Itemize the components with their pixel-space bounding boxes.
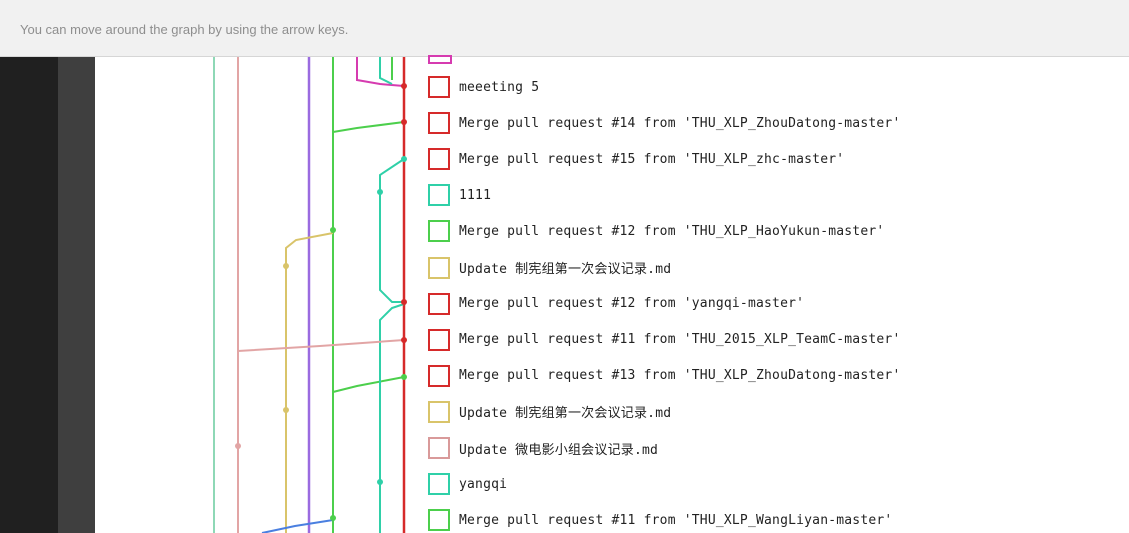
branch-teal: [379, 158, 405, 192]
commit-row[interactable]: Merge pull request #12 from 'yangqi-mast…: [428, 291, 804, 317]
commit-row[interactable]: meeeting 5: [428, 74, 539, 100]
commit-message: Merge pull request #14 from 'THU_XLP_Zho…: [459, 115, 901, 131]
commit-row[interactable]: Merge pull request #11 from 'THU_XLP_Wan…: [428, 507, 892, 533]
commit-square-icon: [428, 364, 450, 387]
commit-square-icon: [428, 112, 450, 135]
dot-red: [401, 299, 407, 305]
commit-message: 1111: [459, 187, 492, 203]
commit-row[interactable]: Update 制宪组第一次会议记录.md: [428, 399, 671, 425]
commit-message: meeeting 5: [459, 79, 540, 95]
dot-teal: [377, 189, 383, 195]
commit-message: Merge pull request #15 from 'THU_XLP_zhc…: [459, 151, 845, 167]
dot-green: [401, 374, 407, 380]
dot-red: [401, 119, 407, 125]
commit-row[interactable]: yangqi: [428, 471, 507, 497]
dot-green: [330, 515, 336, 521]
dot-red: [401, 83, 407, 89]
commit-row[interactable]: 1111: [428, 182, 491, 208]
commit-message: yangqi: [459, 476, 508, 492]
commit-square-icon: [428, 328, 450, 351]
branch-teal-2: [379, 192, 404, 303]
commit-square-icon: [428, 148, 450, 171]
commit-message: Merge pull request #13 from 'THU_XLP_Zho…: [459, 368, 901, 384]
branch-blue: [261, 519, 334, 533]
dot-teal: [377, 479, 383, 485]
commit-message: Update 制宪组第一次会议记录.md: [459, 406, 672, 422]
dot-red: [401, 337, 407, 343]
commit-square-icon: [428, 473, 450, 496]
commit-row[interactable]: Merge pull request #12 from 'THU_XLP_Hao…: [428, 218, 884, 244]
commit-message: Merge pull request #11 from 'THU_XLP_Wan…: [459, 512, 893, 528]
commit-square-icon: [428, 509, 450, 532]
green-merge-13: [332, 376, 405, 393]
commit-square-icon: [428, 437, 450, 459]
commit-square-icon: [428, 256, 450, 279]
dot-yellow: [283, 263, 289, 269]
commit-row[interactable]: Merge pull request #11 from 'THU_2015_XL…: [428, 327, 900, 353]
commit-row[interactable]: Update 制宪组第一次会议记录.md: [428, 255, 671, 281]
partial-commit-box: [428, 55, 452, 64]
commit-square-icon: [428, 76, 450, 98]
commit-row[interactable]: Update 微电影小组会议记录.md: [428, 435, 658, 461]
dot-green: [330, 227, 336, 233]
branch-teal-top: [379, 57, 393, 85]
commit-row[interactable]: Merge pull request #14 from 'THU_XLP_Zho…: [428, 110, 900, 136]
dot-teal: [401, 156, 407, 162]
commit-square-icon: [428, 292, 450, 315]
commit-message: Update 制宪组第一次会议记录.md: [459, 262, 672, 277]
dot-yellow: [283, 407, 289, 413]
commit-message: Merge pull request #11 from 'THU_2015_XL…: [459, 332, 901, 348]
commit-row[interactable]: Merge pull request #13 from 'THU_XLP_Zho…: [428, 363, 900, 389]
commit-message: Merge pull request #12 from 'THU_XLP_Hao…: [459, 223, 885, 239]
branch-teal-3: [379, 303, 405, 533]
commit-row[interactable]: Merge pull request #15 from 'THU_XLP_zhc…: [428, 146, 844, 172]
commit-square-icon: [428, 400, 450, 423]
commit-message: Update 微电影小组会议记录.md: [459, 442, 659, 458]
green-merge-14: [332, 121, 405, 133]
commit-square-icon: [428, 184, 450, 207]
commit-square-icon: [428, 220, 450, 243]
commit-message: Merge pull request #12 from 'yangqi-mast…: [459, 296, 805, 312]
dot-pink: [235, 443, 241, 449]
